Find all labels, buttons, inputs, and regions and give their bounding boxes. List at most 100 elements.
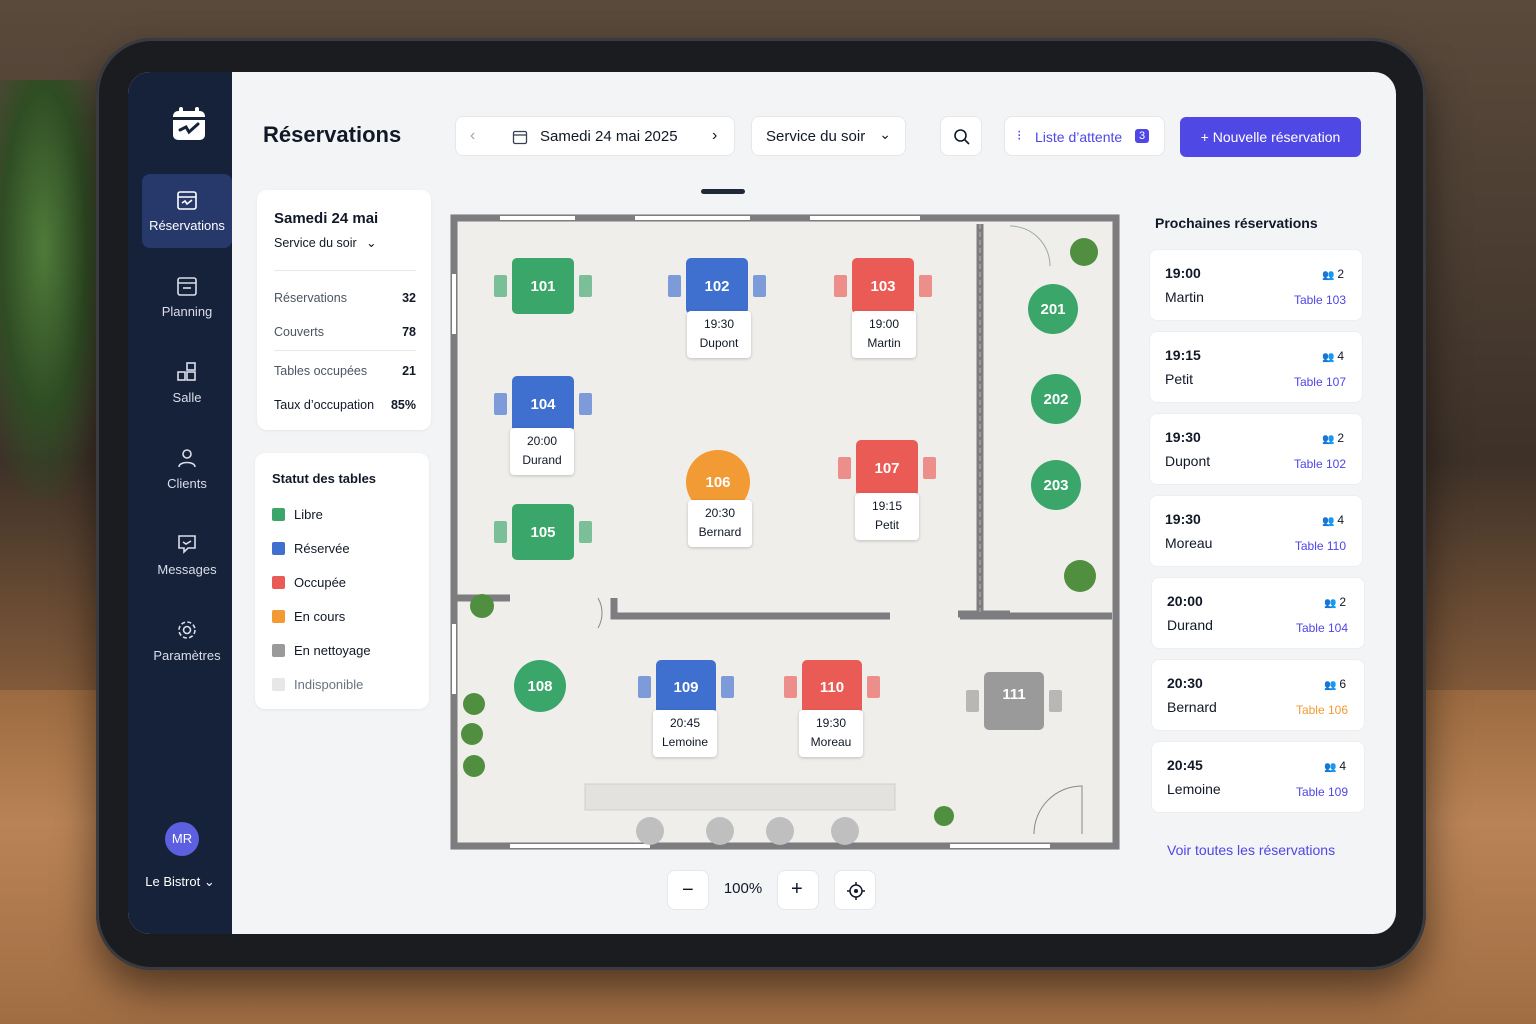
table-104[interactable]: 104 [512,376,574,432]
chevron-down-icon: ⌄ [203,874,215,889]
current-date[interactable]: Samedi 24 mai 2025 [540,128,678,145]
zoom-out-button[interactable]: − [667,870,709,910]
legend-swatch [272,678,285,691]
stat-label: Couverts [274,325,325,339]
zoom-level: 100% [723,880,763,897]
table-110[interactable]: 110 [802,660,862,714]
venue-selector[interactable]: Le Bistrot ⌄ [128,874,232,890]
reservation-name: Moreau [810,735,852,749]
sidebar-item-planning[interactable]: Planning [142,260,232,334]
user-icon [178,449,196,468]
reservation-card[interactable]: 19:30 Dupont Table 102 👥 2 [1149,413,1363,485]
table-number: 201 [1040,300,1066,318]
sidebar-item-label: Messages [157,562,217,577]
table-201[interactable]: 201 [1028,284,1078,334]
sidebar-item-clients[interactable]: Clients [142,432,232,506]
table-111[interactable]: 111 [984,672,1044,730]
plus-icon: + [1200,129,1213,145]
recenter-button[interactable] [834,870,876,910]
chair [494,393,507,415]
table-reservation-tag: 19:15 Petit [855,493,919,540]
guests-icon: 👥 [1324,762,1340,773]
sidebar-item-messages[interactable]: Messages [142,518,232,592]
reservation-table: Table 102 [1293,457,1346,471]
table-105[interactable]: 105 [512,504,574,560]
table-101[interactable]: 101 [512,258,574,314]
divider [274,350,416,351]
calendar-logo-icon[interactable] [171,106,207,142]
avatar[interactable]: MR [165,822,199,856]
covers-count: 👥 4 [1322,349,1344,363]
reservation-time: 19:00 [868,317,900,331]
drag-handle[interactable] [701,189,745,194]
covers-value: 4 [1337,349,1344,363]
reservation-card[interactable]: 20:45 Lemoine Table 109 👥 4 [1151,741,1365,813]
reservation-card[interactable]: 19:00 Martin Table 103 👥 2 [1149,249,1363,321]
reservation-card[interactable]: 20:00 Durand Table 104 👥 2 [1151,577,1365,649]
reservation-name: Dupont [699,336,739,350]
gear-icon [178,621,196,639]
search-button[interactable] [940,116,982,156]
table-109[interactable]: 109 [656,660,716,714]
chevron-right-icon[interactable]: › [712,127,717,145]
reservation-time: 19:30 [815,716,847,730]
sidebar: Réservations Planning Salle Clients Mess… [128,72,232,934]
sidebar-item-reservations[interactable]: Réservations [142,174,232,248]
minus-icon: − [682,879,694,901]
date-navigator: ‹ Samedi 24 mai 2025 › [455,116,735,156]
reservation-time: 19:30 [1165,429,1201,445]
service-label: Service du soir [766,128,866,145]
reservation-table: Table 107 [1293,375,1346,389]
chair [919,275,932,297]
table-102[interactable]: 102 [686,258,748,314]
legend-label: En cours [294,609,346,624]
reservation-time: 20:45 [1167,757,1203,773]
chair [867,676,880,698]
table-103[interactable]: 103 [852,258,914,314]
reservation-name: Moreau [1165,535,1213,551]
table-reservation-tag: 20:00 Durand [510,428,574,475]
planning-icon [177,277,197,296]
reservation-name: Bernard [698,525,742,539]
table-108[interactable]: 108 [514,660,566,712]
chair [638,676,651,698]
reservation-name: Durand [1167,617,1213,633]
table-number: 109 [673,678,699,696]
table-number: 111 [1002,685,1026,703]
reservation-time: 20:00 [526,434,558,448]
floor-plan[interactable]: 101 102 19:30 Dupont 103 19:00 Martin 104 20:00 D… [450,214,1120,850]
table-number: 107 [874,459,900,477]
covers-value: 4 [1337,513,1344,527]
sidebar-item-salle[interactable]: Salle [142,346,232,420]
reservation-card[interactable]: 19:30 Moreau Table 110 👥 4 [1149,495,1363,567]
waitlist-button[interactable]: ⁝ Liste d’attente 3 [1004,116,1165,156]
table-202[interactable]: 202 [1031,374,1081,424]
service-select[interactable]: Service du soir ⌄ [751,116,906,156]
reservation-table: Table 104 [1295,621,1348,635]
covers-count: 👥 4 [1322,513,1344,527]
reservation-card[interactable]: 19:15 Petit Table 107 👥 4 [1149,331,1363,403]
stat-label: Réservations [274,291,347,305]
table-107[interactable]: 107 [856,440,918,496]
guests-icon: 👥 [1324,598,1340,609]
search-icon [954,129,970,145]
legend-item-reservee: Réservée [272,541,350,556]
new-reservation-button[interactable]: + Nouvelle réservation [1180,117,1361,157]
sidebar-item-parametres[interactable]: Paramètres [142,604,232,678]
see-all-reservations-link[interactable]: Voir toutes les réservations [1167,842,1335,858]
reservation-time: 20:00 [1167,593,1203,609]
chevron-left-icon[interactable]: ‹ [470,127,475,145]
table-reservation-tag: 19:00 Martin [852,311,916,358]
table-203[interactable]: 203 [1031,460,1081,510]
table-number: 202 [1043,390,1069,408]
zoom-in-button[interactable]: + [777,870,819,910]
reservation-card[interactable]: 20:30 Bernard Table 106 👥 6 [1151,659,1365,731]
summary-service-select[interactable]: Service du soir ⌄ [274,235,377,250]
chair [721,676,734,698]
guests-icon: 👥 [1322,270,1338,281]
reservation-name: Martin [1165,289,1204,305]
reservation-time: 20:30 [704,506,736,520]
legend-swatch [272,610,285,623]
app-screen: Réservations Planning Salle Clients Mess… [128,72,1396,934]
legend-title: Statut des tables [272,471,377,486]
